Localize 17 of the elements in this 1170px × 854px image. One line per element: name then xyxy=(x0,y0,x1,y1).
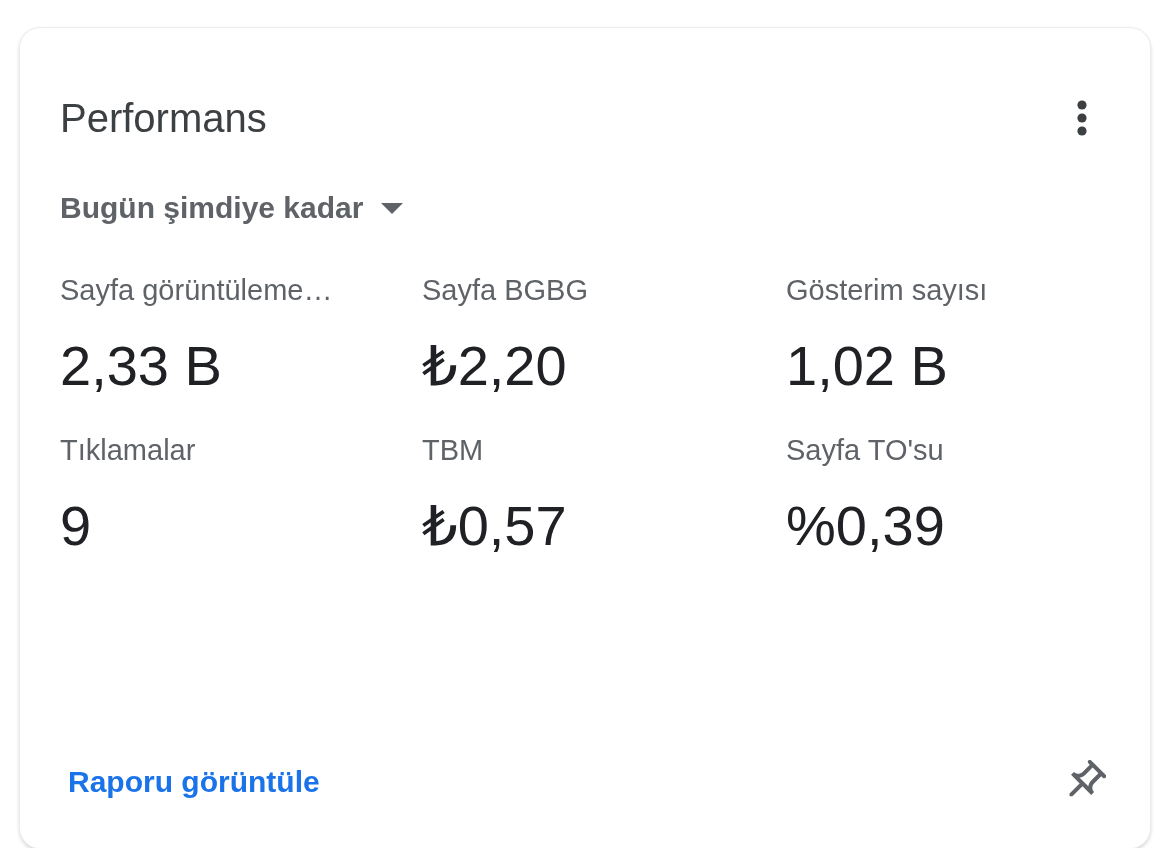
more-menu-icon[interactable] xyxy=(1077,100,1087,136)
metric-label: Tıklamalar xyxy=(60,433,197,468)
metric-value: ₺2,20 xyxy=(422,334,568,398)
metric-label: Sayfa görüntüleme… xyxy=(60,273,334,308)
card-title: Performans xyxy=(60,95,267,142)
metric-label: TBM xyxy=(422,433,485,468)
metric-label: Sayfa BGBG xyxy=(422,273,589,308)
metric-value: %0,39 xyxy=(786,494,946,558)
metric-label: Gösterim sayısı xyxy=(786,273,989,308)
view-report-link[interactable]: Raporu görüntüle xyxy=(68,764,320,800)
period-dropdown[interactable]: Bugün şimdiye kadar xyxy=(60,190,404,226)
metric-value: ₺0,57 xyxy=(422,494,568,558)
metric-value: 1,02 B xyxy=(786,334,949,398)
metric-label: Sayfa TO'su xyxy=(786,433,945,468)
metric-value: 2,33 B xyxy=(60,334,223,398)
metric-value: 9 xyxy=(60,494,93,558)
caret-icon[interactable] xyxy=(381,202,404,214)
